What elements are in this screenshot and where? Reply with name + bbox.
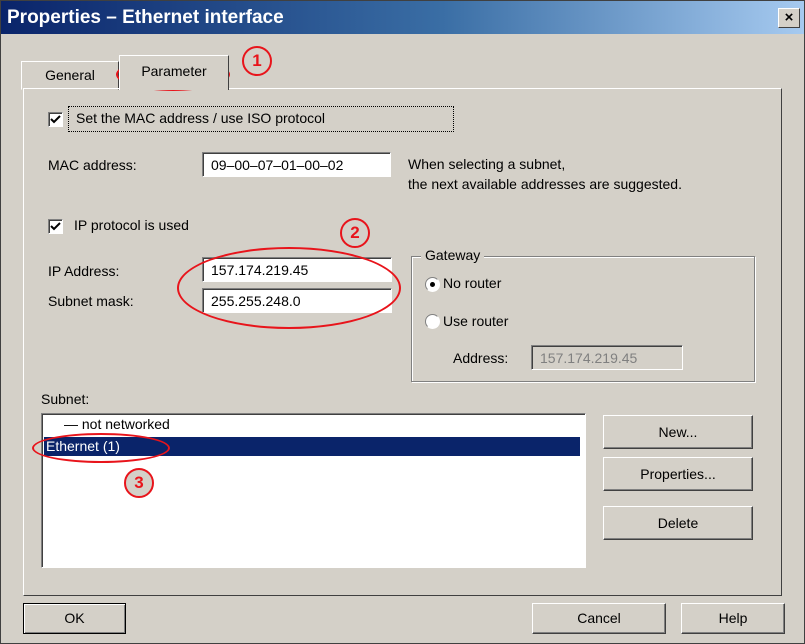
- use-router-radio[interactable]: [425, 314, 440, 329]
- cancel-button[interactable]: Cancel: [532, 603, 666, 634]
- ip-checkbox[interactable]: [48, 219, 63, 234]
- close-button[interactable]: ×: [778, 8, 800, 28]
- window-title: Properties – Ethernet interface: [7, 7, 284, 28]
- tab-parameter-label: Parameter: [141, 63, 207, 79]
- radio-dot: [430, 282, 435, 287]
- checkmark-icon: [50, 115, 61, 124]
- gateway-group-title: Gateway: [421, 247, 485, 263]
- hint-line-1: When selecting a subnet,: [408, 156, 566, 172]
- annotation-number-3: 3: [124, 468, 154, 498]
- router-address-label: Address:: [453, 350, 509, 366]
- help-button[interactable]: Help: [681, 603, 785, 634]
- hint-line-2: the next available addresses are suggest…: [408, 176, 682, 192]
- annotation-number-2: 2: [340, 218, 370, 248]
- subnet-label: Subnet:: [41, 391, 90, 407]
- ip-address-label: IP Address:: [48, 263, 120, 279]
- mac-checkbox-label[interactable]: Set the MAC address / use ISO protocol: [76, 110, 325, 126]
- list-item-not-networked[interactable]: — not networked: [64, 415, 170, 434]
- no-router-label[interactable]: No router: [443, 275, 501, 291]
- mac-checkbox[interactable]: [48, 112, 63, 127]
- subnet-mask-label: Subnet mask:: [48, 293, 134, 309]
- tab-general[interactable]: General: [21, 61, 119, 90]
- mac-address-label: MAC address:: [48, 157, 137, 173]
- properties-dialog: Properties – Ethernet interface × Genera…: [0, 0, 805, 644]
- no-router-radio[interactable]: [425, 277, 440, 292]
- annotation-ring-ip-fields: [177, 247, 401, 329]
- tab-general-label: General: [45, 67, 95, 83]
- ok-button[interactable]: OK: [23, 603, 126, 634]
- delete-subnet-button[interactable]: Delete: [603, 506, 753, 540]
- router-address-field[interactable]: 157.174.219.45: [531, 345, 683, 370]
- subnet-properties-button[interactable]: Properties...: [603, 457, 753, 491]
- annotation-number-1: 1: [242, 46, 272, 76]
- checkmark-icon: [50, 222, 61, 231]
- mac-address-field[interactable]: 09–00–07–01–00–02: [202, 152, 391, 177]
- annotation-ring-ethernet: [32, 433, 170, 463]
- title-bar: Properties – Ethernet interface ×: [1, 1, 804, 34]
- ip-checkbox-label[interactable]: IP protocol is used: [74, 217, 189, 233]
- tab-parameter[interactable]: Parameter: [119, 55, 229, 90]
- use-router-label[interactable]: Use router: [443, 313, 508, 329]
- new-subnet-button[interactable]: New...: [603, 415, 753, 449]
